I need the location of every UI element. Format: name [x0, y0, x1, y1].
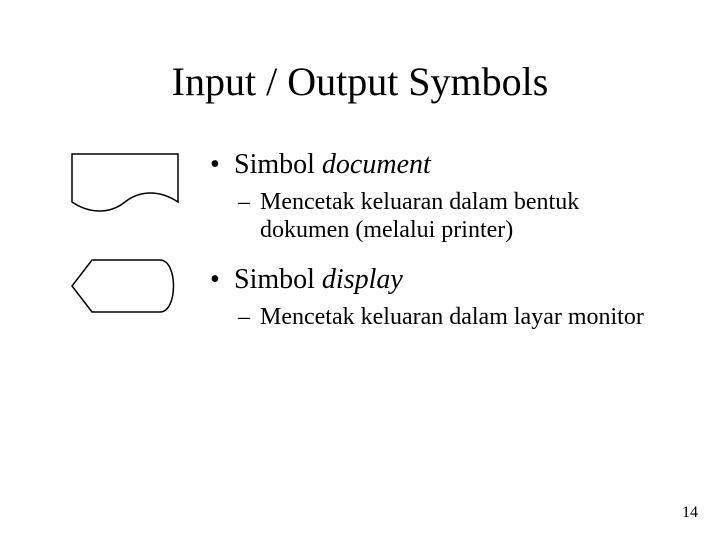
bullet-document: Simbol document: [210, 148, 660, 182]
document-symbol-icon: [70, 152, 180, 222]
bullet-document-text-italic: document: [322, 149, 431, 180]
slide: Input / Output Symbols Simbol document M…: [0, 0, 720, 540]
bullet-display-text-plain: Simbol: [234, 264, 322, 295]
content-area: Simbol document Mencetak keluaran dalam …: [210, 148, 660, 350]
page-title: Input / Output Symbols: [0, 58, 720, 105]
subbullet-display: Mencetak keluaran dalam layar monitor: [210, 303, 660, 332]
page-number: 14: [682, 504, 698, 522]
subbullet-document: Mencetak keluaran dalam bentuk dokumen (…: [210, 188, 660, 246]
display-symbol-icon: [70, 258, 180, 314]
bullet-display-text-italic: display: [322, 264, 403, 295]
bullet-document-text-plain: Simbol: [234, 149, 322, 180]
bullet-display: Simbol display: [210, 263, 660, 297]
